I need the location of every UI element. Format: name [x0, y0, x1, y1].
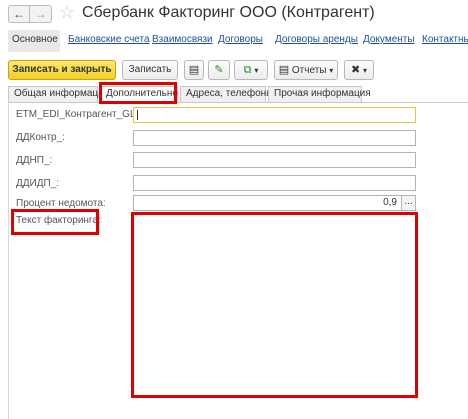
- favorite-star-icon[interactable]: ☆: [59, 2, 75, 22]
- title-bar: ← → ☆ Сбербанк Факторинг ООО (Контрагент…: [0, 0, 468, 28]
- document-icon[interactable]: ▤: [184, 60, 204, 80]
- nav-link-contracts[interactable]: Договоры: [218, 34, 263, 45]
- copy-icon[interactable]: ⧉ ▾: [234, 60, 268, 80]
- ddnp-field[interactable]: [133, 152, 416, 168]
- ddkontr-label: ДДКонтр_:: [16, 132, 65, 143]
- tab-general[interactable]: Общая информация: [8, 86, 109, 102]
- back-arrow-icon[interactable]: ←: [8, 5, 30, 23]
- tools-icon[interactable]: ✖ ▾: [344, 60, 374, 80]
- report-icon: ▤: [278, 64, 290, 76]
- etm-gln-label: ETM_EDI_Контрагент_GLN:: [16, 109, 146, 120]
- save-button[interactable]: Записать: [122, 60, 178, 80]
- tab-other-info[interactable]: Прочая информация: [268, 86, 371, 102]
- ddidp-field[interactable]: [133, 175, 416, 191]
- percent-label: Процент недомота:: [16, 198, 106, 209]
- form-navigation-panel: Основное Банковские счета Взаимосвязи До…: [0, 30, 468, 52]
- nav-link-documents[interactable]: Документы: [363, 34, 415, 45]
- text-cursor: [137, 110, 138, 120]
- nav-link-contacts[interactable]: Контактные: [422, 34, 468, 45]
- factoring-text-label: Текст факторинга:: [16, 215, 101, 226]
- edit-icon[interactable]: ✎: [208, 60, 230, 80]
- chevron-down-icon: ▾: [362, 66, 367, 75]
- ddnp-label: ДДНП_:: [16, 155, 53, 166]
- nav-link-relations[interactable]: Взаимосвязи: [152, 34, 213, 45]
- chevron-down-icon: ▾: [254, 66, 259, 75]
- forward-arrow-icon[interactable]: →: [30, 5, 52, 23]
- nav-link-lease-contracts[interactable]: Договоры аренды: [275, 34, 358, 45]
- ddkontr-field[interactable]: [133, 130, 416, 146]
- ddidp-label: ДДИДП_:: [16, 178, 60, 189]
- tab-addresses-phones[interactable]: Адреса, телефоны: [180, 86, 273, 102]
- save-and-close-button[interactable]: Записать и закрыть: [8, 60, 116, 80]
- reports-button[interactable]: ▤ Отчеты ▾: [274, 60, 338, 80]
- etm-gln-field[interactable]: [133, 107, 416, 123]
- nav-link-bank-accounts[interactable]: Банковские счета: [68, 34, 150, 45]
- command-bar: Записать и закрыть Записать ▤ ✎ ⧉ ▾ ▤ От…: [0, 58, 468, 82]
- window-title: Сбербанк Факторинг ООО (Контрагент): [82, 4, 375, 21]
- factoring-text-area[interactable]: [133, 213, 416, 396]
- nav-link-main[interactable]: Основное: [12, 34, 58, 45]
- percent-field[interactable]: 0,9: [133, 195, 402, 211]
- reports-label: Отчеты: [291, 65, 327, 76]
- percent-select-button[interactable]: ...: [402, 195, 416, 211]
- chevron-down-icon: ▾: [329, 66, 334, 75]
- tab-additional[interactable]: Дополнительно: [100, 86, 178, 102]
